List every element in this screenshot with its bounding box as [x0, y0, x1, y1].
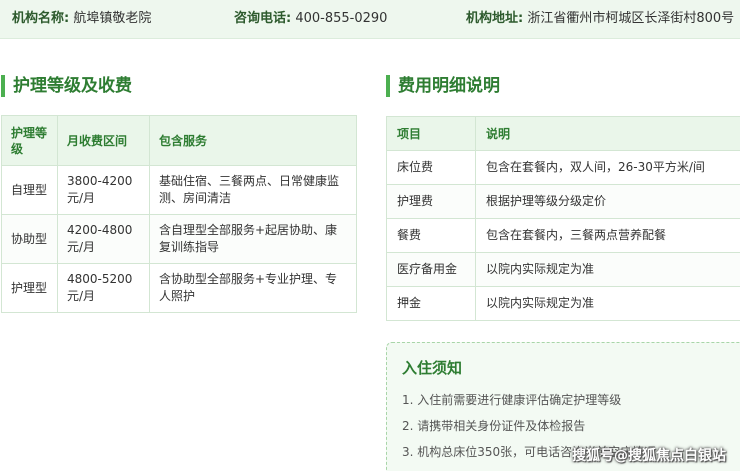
fee-item-cell: 餐费 — [386, 218, 476, 253]
fee-desc-cell: 包含在套餐内，三餐两点营养配餐 — [475, 218, 740, 253]
column-header-description: 说明 — [475, 116, 740, 151]
admission-notice-title: 入住须知 — [402, 359, 463, 377]
table-row: 医疗备用金 以院内实际规定为准 — [386, 252, 740, 287]
list-item: 2. 请携带相关身份证件及体检报告 — [402, 419, 586, 433]
column-header-services: 包含服务 — [149, 115, 357, 166]
fee-detail-section-title: 费用明细说明 — [386, 74, 500, 98]
column-header-care-level: 护理等级 — [1, 115, 58, 166]
consult-phone: 咨询电话: 400-855-0290 — [234, 0, 387, 38]
fee-desc-cell: 包含在套餐内，双人间，26-30平方米/间 — [475, 150, 740, 185]
institution-name-label: 机构名称: — [12, 11, 70, 26]
table-row: 餐费 包含在套餐内，三餐两点营养配餐 — [386, 218, 740, 253]
fee-cell: 4200-4800元/月 — [57, 214, 150, 264]
fee-desc-cell: 以院内实际规定为准 — [475, 252, 740, 287]
institution-address-value: 浙江省衢州市柯城区长泽街村800号 — [527, 11, 735, 26]
table-row: 床位费 包含在套餐内，双人间，26-30平方米/间 — [386, 150, 740, 185]
services-cell: 含协助型全部服务+专业护理、专人照护 — [149, 263, 357, 313]
services-cell: 基础住宿、三餐两点、日常健康监测、房间清洁 — [149, 165, 357, 215]
institution-name-value: 航埠镇敬老院 — [73, 11, 152, 26]
fee-desc-cell: 根据护理等级分级定价 — [475, 184, 740, 219]
care-level-cell: 护理型 — [1, 263, 58, 313]
table-row: 护理费 根据护理等级分级定价 — [386, 184, 740, 219]
care-level-cell: 自理型 — [1, 165, 58, 215]
institution-name: 机构名称: 航埠镇敬老院 — [12, 0, 151, 38]
watermark: 搜狐号@搜狐焦点白银站 — [572, 448, 726, 464]
fee-item-cell: 护理费 — [386, 184, 476, 219]
table-row: 自理型 3800-4200元/月 基础住宿、三餐两点、日常健康监测、房间清洁 — [1, 165, 357, 215]
table-header-row: 项目 说明 — [386, 116, 740, 151]
fee-detail-table: 项目 说明 床位费 包含在套餐内，双人间，26-30平方米/间 护理费 根据护理… — [386, 116, 740, 321]
fee-cell: 3800-4200元/月 — [57, 165, 150, 215]
consult-phone-label: 咨询电话: — [234, 11, 292, 26]
fee-cell: 4800-5200元/月 — [57, 263, 150, 313]
care-level-section-title: 护理等级及收费 — [1, 74, 132, 98]
consult-phone-value[interactable]: 400-855-0290 — [295, 11, 387, 26]
list-item: 1. 入住前需要进行健康评估确定护理等级 — [402, 393, 622, 407]
institution-address-label: 机构地址: — [466, 11, 524, 26]
fee-item-cell: 床位费 — [386, 150, 476, 185]
fee-desc-cell: 以院内实际规定为准 — [475, 286, 740, 321]
table-header-row: 护理等级 月收费区间 包含服务 — [1, 115, 357, 166]
fee-item-cell: 押金 — [386, 286, 476, 321]
column-header-item: 项目 — [386, 116, 476, 151]
column-header-monthly-fee: 月收费区间 — [57, 115, 150, 166]
page: 机构名称: 航埠镇敬老院 咨询电话: 400-855-0290 机构地址: 浙江… — [0, 0, 740, 471]
institution-info-bar: 机构名称: 航埠镇敬老院 咨询电话: 400-855-0290 机构地址: 浙江… — [0, 0, 740, 39]
table-row: 押金 以院内实际规定为准 — [386, 286, 740, 321]
table-row: 协助型 4200-4800元/月 含自理型全部服务+起居协助、康复训练指导 — [1, 214, 357, 264]
fee-item-cell: 医疗备用金 — [386, 252, 476, 287]
institution-address: 机构地址: 浙江省衢州市柯城区长泽街村800号 — [466, 0, 734, 38]
care-level-cell: 协助型 — [1, 214, 58, 264]
services-cell: 含自理型全部服务+起居协助、康复训练指导 — [149, 214, 357, 264]
care-level-fee-table: 护理等级 月收费区间 包含服务 自理型 3800-4200元/月 基础住宿、三餐… — [1, 115, 357, 313]
table-row: 护理型 4800-5200元/月 含协助型全部服务+专业护理、专人照护 — [1, 263, 357, 313]
